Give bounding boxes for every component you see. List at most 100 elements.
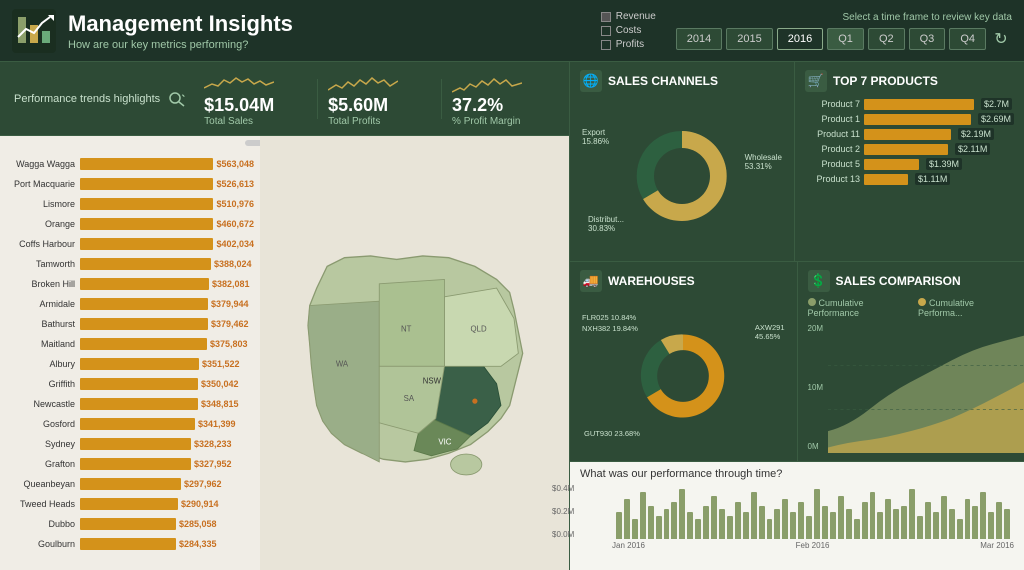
dollar-icon: 💲	[808, 270, 830, 292]
legend-perf1: Cumulative Performance	[808, 298, 911, 318]
q3-btn[interactable]: Q3	[909, 28, 946, 50]
svg-text:NT: NT	[401, 324, 412, 333]
kpi-sales-label: Total Sales	[204, 116, 253, 127]
bar-row: Broken Hill $382,081	[8, 274, 254, 293]
sales-channels-section: 🌐 SALES CHANNELS Expor	[570, 62, 795, 261]
globe-icon: 🌐	[580, 70, 602, 92]
product-bar	[864, 99, 974, 110]
bottom-bar	[917, 516, 923, 539]
bottom-bar	[743, 512, 749, 539]
bar-fill	[80, 498, 178, 510]
bottom-bar	[671, 502, 677, 539]
bar-city-name: Queanbeyan	[8, 479, 80, 489]
wholesale-label: Wholesale53.31%	[745, 153, 782, 171]
bar-value: $297,962	[184, 479, 222, 489]
bar-city-name: Gosford	[8, 419, 80, 429]
main-content: Performance trends highlights $15.04M To…	[0, 62, 1024, 570]
product-name: Product 2	[805, 144, 860, 154]
bottom-bar	[687, 512, 693, 539]
q2-btn[interactable]: Q2	[868, 28, 905, 50]
q1-btn[interactable]: Q1	[827, 28, 864, 50]
kpi-profits-label: Total Profits	[328, 116, 380, 127]
legend-revenue: Revenue	[601, 11, 656, 22]
bottom-y-labels: $0.4M $0.2M $0.0M	[552, 484, 574, 539]
bar-value: $327,952	[194, 459, 232, 469]
kpi-profit-margin: 37.2% % Profit Margin	[452, 70, 545, 127]
product-bar	[864, 174, 908, 185]
product-value: $2.19M	[958, 128, 994, 140]
legend-profits-label: Profits	[616, 39, 644, 50]
search-icon[interactable]	[168, 91, 188, 107]
sparkline-margin	[452, 70, 522, 95]
bottom-bar	[782, 499, 788, 539]
sales-channels-title: 🌐 SALES CHANNELS	[580, 70, 784, 92]
product-row: Product 5 $1.39M	[805, 158, 1014, 170]
bottom-bar	[759, 506, 765, 539]
warehouse-donut-svg	[623, 316, 743, 436]
product-bar	[864, 144, 948, 155]
bar-row: Tweed Heads $290,914	[8, 494, 254, 513]
refresh-icon[interactable]: ↻	[990, 28, 1012, 50]
top7-title: 🛒 TOP 7 PRODUCTS	[805, 70, 1014, 92]
bar-value: $284,335	[179, 539, 217, 549]
year-2015-btn[interactable]: 2015	[726, 28, 772, 50]
bottom-bar	[854, 519, 860, 539]
year-2014-btn[interactable]: 2014	[676, 28, 722, 50]
legend-costs: Costs	[601, 25, 656, 36]
product-bar	[864, 114, 971, 125]
bottom-bar	[632, 519, 638, 539]
legend-costs-box	[601, 26, 611, 36]
bottom-x-axis: Jan 2016 Feb 2016 Mar 2016	[612, 541, 1014, 550]
svg-text:VIC: VIC	[439, 437, 452, 446]
bottom-bar	[846, 509, 852, 539]
chart-legend: Revenue Costs Profits	[601, 11, 656, 50]
bar-value: $328,233	[194, 439, 232, 449]
bottom-bar	[774, 509, 780, 539]
bar-city-name: Armidale	[8, 299, 80, 309]
bar-value: $351,522	[202, 359, 240, 369]
bar-row: Coffs Harbour $402,034	[8, 234, 254, 253]
bar-fill	[80, 458, 191, 470]
kpi-margin-value: 37.2%	[452, 95, 503, 116]
product-name: Product 13	[805, 174, 860, 184]
bar-fill	[80, 338, 207, 350]
bar-fill	[80, 478, 181, 490]
donut-chart-svg	[617, 111, 747, 241]
right-top-row: 🌐 SALES CHANNELS Expor	[570, 62, 1024, 262]
bottom-bar	[988, 512, 994, 539]
bar-row: Orange $460,672	[8, 214, 254, 233]
bar-city-name: Dubbo	[8, 519, 80, 529]
aus-map-svg: NSW WA QLD NT SA VIC	[275, 158, 553, 549]
bar-row: Bathurst $379,462	[8, 314, 254, 333]
sales-channels-donut: Export15.86% Wholesale53.31% Distribut..…	[580, 98, 784, 253]
bar-row: Queanbeyan $297,962	[8, 474, 254, 493]
bar-row: Maitland $375,803	[8, 334, 254, 353]
australia-map: NSW WA QLD NT SA VIC	[260, 136, 569, 570]
perf2-dot	[918, 298, 926, 306]
bar-value: $388,024	[214, 259, 252, 269]
warehouses-donut: FLR025 10.84%NXH382 19.84% AXW29145.65% …	[580, 298, 787, 453]
product-row: Product 11 $2.19M	[805, 128, 1014, 140]
kpi-row: Performance trends highlights $15.04M To…	[0, 62, 569, 136]
warehouses-section: 🚚 WAREHOUSES FLR025 10.84%NXH382 19	[570, 262, 798, 461]
year-2016-btn[interactable]: 2016	[777, 28, 823, 50]
bottom-bar	[838, 496, 844, 539]
bottom-bar	[719, 509, 725, 539]
bar-row: Wagga Wagga $563,048	[8, 154, 254, 173]
bottom-bar-chart	[612, 484, 1014, 539]
product-row: Product 1 $2.69M	[805, 113, 1014, 125]
warehouses-title: 🚚 WAREHOUSES	[580, 270, 787, 292]
q4-btn[interactable]: Q4	[949, 28, 986, 50]
perf1-dot	[808, 298, 816, 306]
bar-value: $341,399	[198, 419, 236, 429]
bottom-bar	[790, 512, 796, 539]
export-label: Export15.86%	[582, 128, 609, 146]
sparkline-profits	[328, 70, 398, 95]
scroll-bar[interactable]	[245, 140, 261, 146]
sales-comparison-section: 💲 SALES COMPARISON Cumulative Performanc…	[798, 262, 1024, 461]
top7-section: 🛒 TOP 7 PRODUCTS Product 7 $2.7M Product…	[795, 62, 1024, 261]
bottom-bar	[941, 496, 947, 539]
bar-row: Lismore $510,976	[8, 194, 254, 213]
bar-value: $379,462	[211, 319, 249, 329]
bar-city-name: Coffs Harbour	[8, 239, 80, 249]
